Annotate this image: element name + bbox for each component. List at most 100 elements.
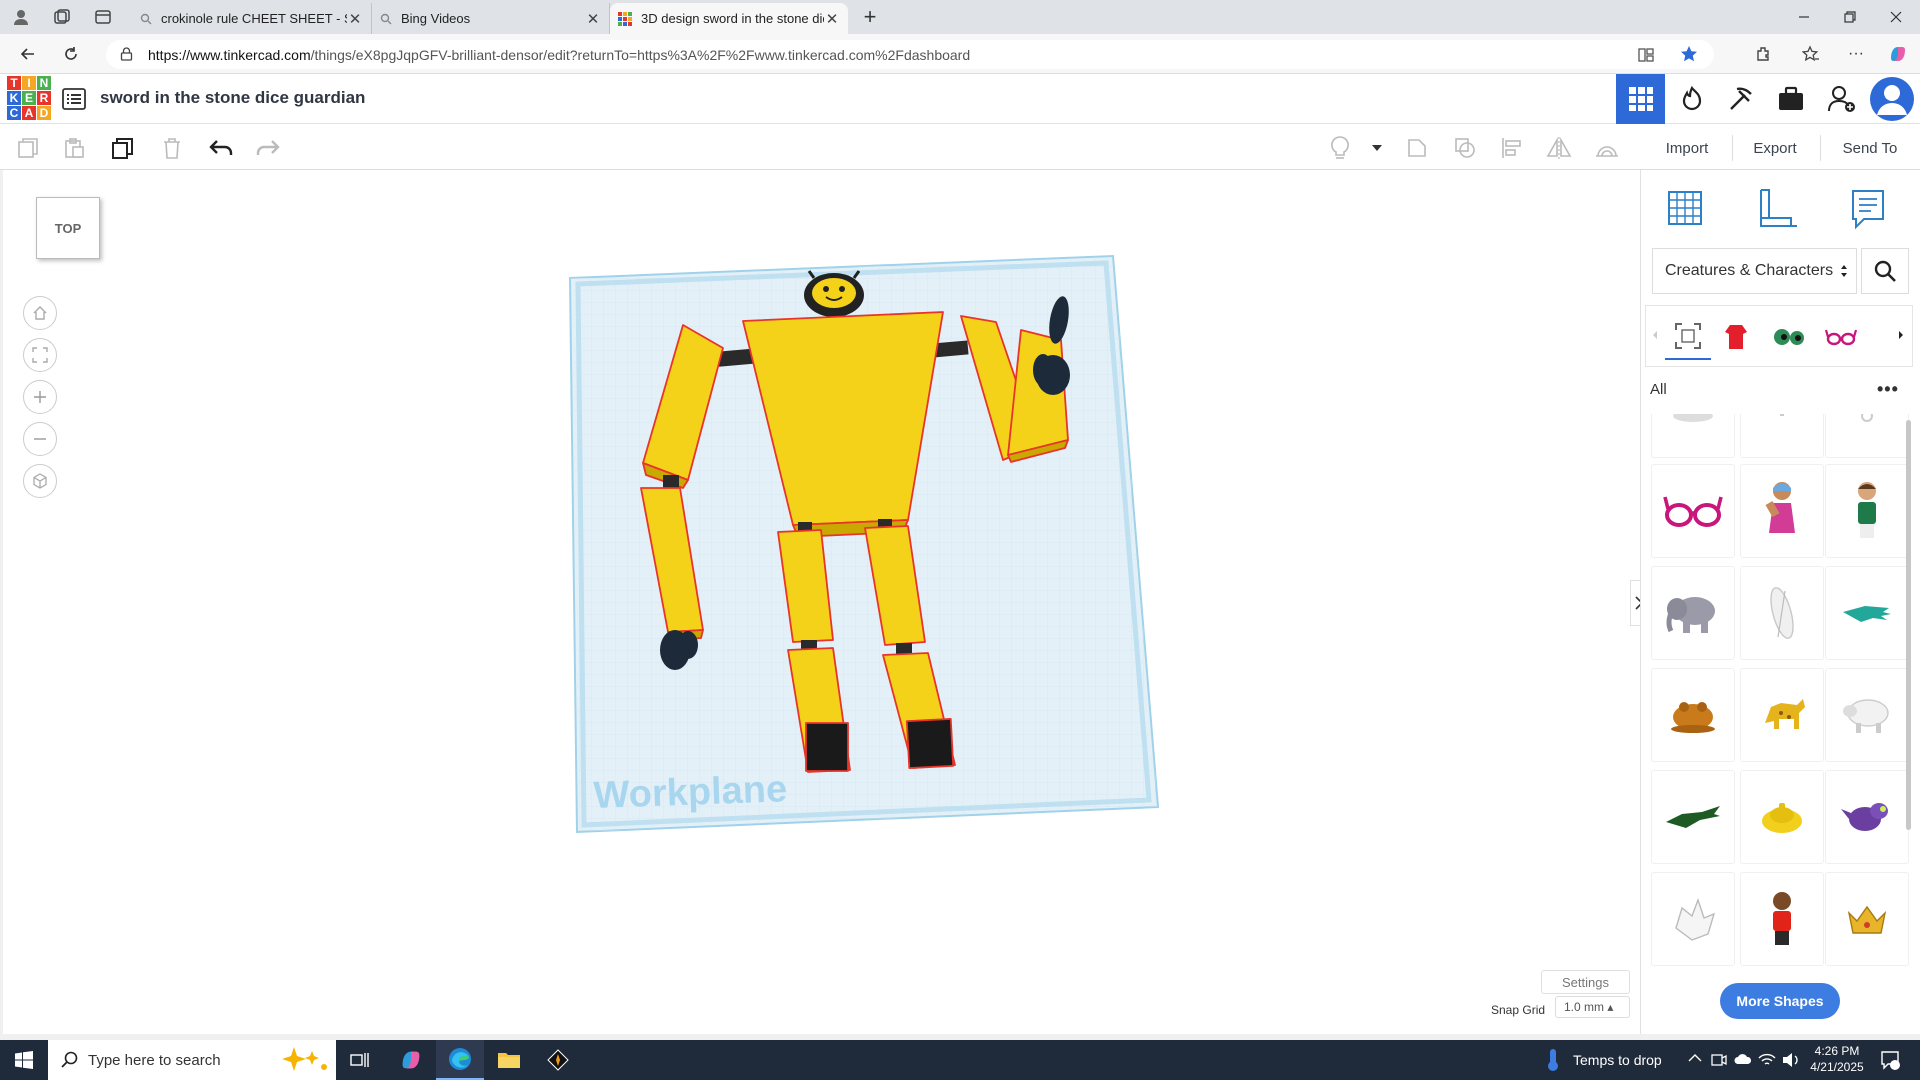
category-tab-eyes[interactable] [1766, 314, 1812, 360]
tab-actions-icon[interactable] [89, 5, 117, 29]
shape-item-partial[interactable] [1651, 414, 1735, 458]
copilot-app-icon[interactable] [387, 1040, 435, 1080]
category-tab-glasses[interactable] [1818, 314, 1864, 360]
meet-icon[interactable] [1711, 1052, 1727, 1068]
workspaces-icon[interactable] [48, 5, 76, 29]
3d-view-button[interactable] [1616, 74, 1665, 124]
lightbulb-icon[interactable] [1325, 133, 1355, 163]
send-to-button[interactable]: Send To [1828, 135, 1912, 161]
category-tab-costume[interactable] [1713, 314, 1759, 360]
more-shapes-button[interactable]: More Shapes [1720, 983, 1840, 1019]
ruler-tool-button[interactable] [1753, 184, 1803, 234]
shape-item-toad[interactable] [1651, 668, 1735, 762]
browser-tab-active[interactable]: 3D design sword in the stone dice ✕ [610, 3, 848, 34]
browser-tab[interactable]: Bing Videos ✕ [372, 3, 610, 34]
add-user-button[interactable] [1817, 74, 1866, 124]
shape-item-girl-figure[interactable] [1740, 464, 1824, 558]
shape-item-boy-figure[interactable] [1825, 464, 1909, 558]
close-window-icon[interactable] [1882, 5, 1910, 29]
purple-dragon-icon [1841, 803, 1888, 831]
scroll-left-icon[interactable] [1652, 330, 1658, 340]
url-field[interactable]: https://www.tinkercad.com/things/eX8pgJq… [106, 40, 1714, 69]
panel-scrollbar[interactable] [1906, 420, 1911, 830]
import-button[interactable]: Import [1652, 135, 1722, 161]
favorite-star-icon[interactable] [1680, 45, 1698, 63]
redo-icon[interactable] [253, 133, 283, 163]
paste-icon[interactable] [59, 133, 89, 163]
group-icon[interactable] [1402, 133, 1432, 163]
shape-item-glasses[interactable] [1651, 464, 1735, 558]
back-icon[interactable] [14, 42, 42, 66]
shape-item-leopard[interactable] [1740, 668, 1824, 762]
shape-item-crown[interactable] [1825, 872, 1909, 966]
snap-grid-select[interactable]: 1.0 mm ▴ [1555, 996, 1630, 1018]
taskbar-clock[interactable]: 4:26 PM 4/21/2025 [1802, 1043, 1872, 1075]
weather-text[interactable]: Temps to drop [1573, 1052, 1662, 1068]
shape-item-glove[interactable] [1651, 872, 1735, 966]
shape-item-partial[interactable] [1740, 414, 1824, 458]
ungroup-icon[interactable] [1450, 133, 1480, 163]
profile-icon[interactable] [7, 5, 35, 29]
workplane-tool-button[interactable] [1661, 184, 1711, 234]
duplicate-icon[interactable] [108, 133, 138, 163]
mirror-icon[interactable] [1544, 133, 1574, 163]
scroll-right-icon[interactable] [1898, 330, 1904, 340]
blocks-button[interactable] [1716, 74, 1765, 124]
export-button[interactable]: Export [1740, 135, 1810, 161]
tinkercad-logo[interactable]: T I N K E R C A D [7, 76, 51, 120]
leopard-icon [1765, 699, 1805, 729]
delete-icon[interactable] [157, 133, 187, 163]
refresh-icon[interactable] [57, 42, 85, 66]
align-icon[interactable] [1497, 133, 1527, 163]
windows-start-icon[interactable] [0, 1040, 48, 1080]
close-tab-icon[interactable]: ✕ [824, 10, 840, 28]
notification-icon[interactable] [1880, 1050, 1900, 1070]
chevron-down-icon[interactable] [1362, 133, 1392, 163]
copilot-icon[interactable] [1884, 42, 1912, 66]
new-tab-icon[interactable]: + [856, 4, 884, 29]
cruise-icon[interactable] [1592, 133, 1622, 163]
minimize-icon[interactable] [1790, 5, 1818, 29]
shape-item-hand[interactable] [1825, 566, 1909, 660]
bricks-button[interactable] [1766, 74, 1815, 124]
shape-item-sheep[interactable] [1825, 668, 1909, 762]
undo-icon[interactable] [206, 133, 236, 163]
design-canvas[interactable]: TOP Workplane Settings Snap Grid 1.0 mm … [3, 170, 1640, 1034]
sim-lab-button[interactable] [1667, 74, 1716, 124]
close-tab-icon[interactable]: ✕ [585, 10, 601, 28]
shape-item-elephant[interactable] [1651, 566, 1735, 660]
app-diamond-icon[interactable] [534, 1040, 582, 1080]
edge-browser-icon[interactable] [436, 1040, 484, 1080]
restore-icon[interactable] [1836, 5, 1864, 29]
tray-chevron-icon[interactable] [1688, 1053, 1702, 1063]
thermometer-icon[interactable] [1545, 1048, 1561, 1072]
taskbar-search-box[interactable]: Type here to search [48, 1040, 336, 1080]
task-view-icon[interactable] [336, 1040, 384, 1080]
notes-tool-button[interactable] [1843, 184, 1893, 234]
close-tab-icon[interactable]: ✕ [347, 10, 363, 28]
onedrive-icon[interactable] [1734, 1053, 1752, 1065]
settings-button[interactable]: Settings [1541, 970, 1630, 994]
split-screen-icon[interactable] [1638, 47, 1654, 63]
shape-item-partial[interactable] [1825, 414, 1909, 458]
speaker-icon[interactable] [1782, 1052, 1800, 1068]
shape-item-kid-figure[interactable] [1740, 872, 1824, 966]
design-list-icon[interactable] [62, 88, 86, 110]
extensions-icon[interactable] [1750, 42, 1778, 66]
category-tab-all[interactable] [1665, 314, 1711, 360]
user-avatar[interactable] [1867, 74, 1916, 124]
shape-item-dragon[interactable] [1825, 770, 1909, 864]
shape-search-button[interactable] [1861, 248, 1909, 294]
category-select[interactable]: Creatures & Characters [1652, 248, 1857, 294]
wifi-icon[interactable] [1758, 1052, 1776, 1068]
file-explorer-icon[interactable] [485, 1040, 533, 1080]
favorites-icon[interactable] [1797, 42, 1825, 66]
design-title[interactable]: sword in the stone dice guardian [100, 88, 365, 108]
more-options-icon[interactable]: ••• [1877, 379, 1901, 399]
shape-item-crocodile[interactable] [1651, 770, 1735, 864]
more-menu-icon[interactable]: ··· [1842, 42, 1870, 66]
shape-item-feather[interactable] [1740, 566, 1824, 660]
copy-icon[interactable] [13, 133, 43, 163]
browser-tab[interactable]: crokinole rule CHEET SHEET - Sea ✕ [132, 3, 372, 34]
shape-item-bell[interactable] [1740, 770, 1824, 864]
